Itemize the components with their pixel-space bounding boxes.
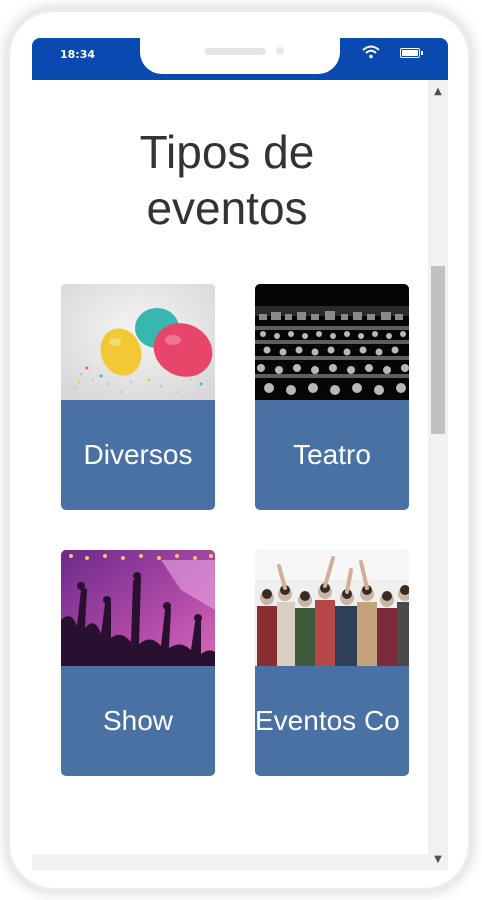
theatre-audience-image [255,284,409,400]
event-card-teatro[interactable]: Teatro [255,284,409,510]
wifi-icon [362,45,380,59]
status-bar: 18:34 [32,38,448,80]
scroll-down-arrow-icon[interactable]: ▼ [428,852,448,868]
event-card-label: Eventos Co [255,705,400,736]
phone-notch [140,38,340,74]
scrollbar-thumb[interactable] [431,266,445,434]
vertical-scrollbar[interactable]: ▲ ▼ [428,80,448,870]
event-card-label: Show [102,705,174,736]
event-card-eventos-co[interactable]: Eventos Co [255,550,409,776]
camera-icon [276,47,284,55]
phone-frame: 18:34 Tipos de eventos Diversos Teatro S… [10,12,468,888]
party-crowd-image [255,550,409,666]
horizontal-scrollbar[interactable] [32,854,428,870]
battery-icon [400,48,423,58]
concert-crowd-image [61,550,215,666]
scroll-up-arrow-icon[interactable]: ▲ [428,84,448,100]
page-title: Tipos de eventos [139,126,315,234]
status-time: 18:34 [60,48,96,61]
app-screen: Tipos de eventos Diversos Teatro Show Ev… [32,80,448,870]
event-card-show[interactable]: Show [61,550,215,776]
speaker-grille [204,48,266,55]
event-card-label: Teatro [293,439,371,470]
balloons-confetti-image [61,284,215,400]
event-card-diversos[interactable]: Diversos [61,284,215,510]
event-card-label: Diversos [83,439,193,470]
